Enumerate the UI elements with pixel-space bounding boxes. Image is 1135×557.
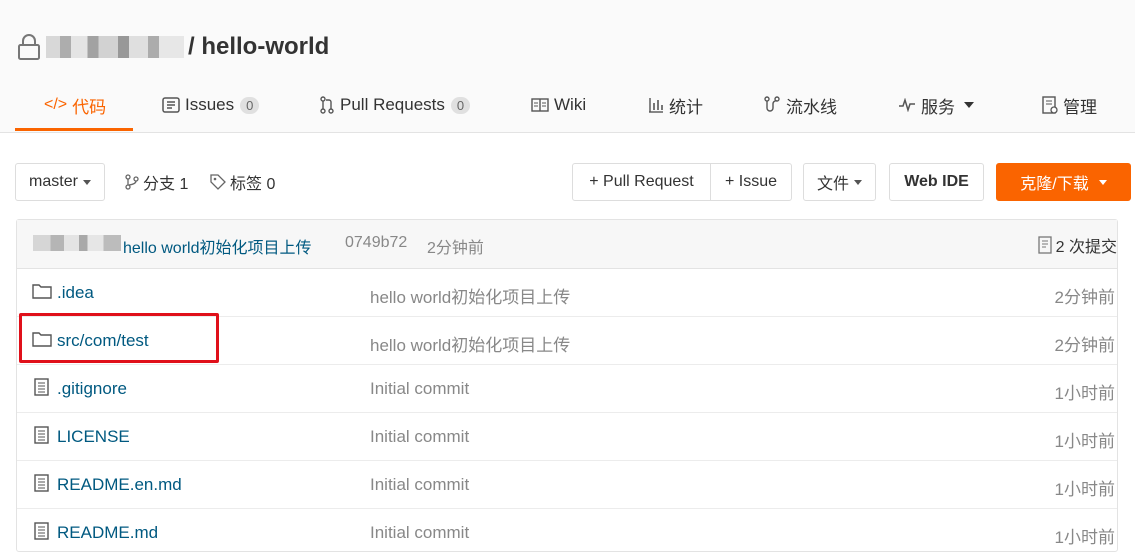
new-issue-button[interactable]: + Issue (710, 163, 792, 201)
wiki-icon (531, 98, 549, 112)
file-commit-message[interactable]: Initial commit (370, 379, 469, 399)
latest-commit-message[interactable]: hello world初始化项目上传 (123, 234, 312, 258)
file-commit-message[interactable]: Initial commit (370, 427, 469, 447)
pull-request-icon (320, 96, 334, 114)
tab-label: 服务 (921, 97, 955, 117)
tags-count-link[interactable]: 标签 0 (210, 163, 275, 201)
tab-label: 管理 (1063, 97, 1097, 117)
active-tab-indicator (15, 128, 133, 131)
file-commit-time: 1小时前 (1054, 432, 1115, 451)
chevron-down-icon (82, 179, 91, 185)
clone-download-button[interactable]: 克隆/下载 (996, 163, 1131, 201)
file-row[interactable]: LICENSE Initial commit 1小时前 (17, 413, 1117, 461)
commits-icon (1037, 236, 1052, 254)
file-row[interactable]: .idea hello world初始化项目上传 2分钟前 (17, 269, 1117, 317)
file-name[interactable]: LICENSE (57, 427, 130, 447)
repo-title: / hello-world (16, 30, 329, 64)
tab-code[interactable]: </> 代码 (44, 80, 106, 130)
file-commit-time: 1小时前 (1054, 528, 1115, 547)
chevron-down-icon (1098, 179, 1107, 185)
latest-commit-time: 2分钟前 (427, 240, 484, 257)
file-commit-message[interactable]: Initial commit (370, 475, 469, 495)
file-commit-message[interactable]: Initial commit (370, 523, 469, 543)
file-rows: .idea hello world初始化项目上传 2分钟前 src/com/te… (17, 269, 1117, 556)
tags-count-label: 标签 0 (230, 176, 276, 193)
file-row[interactable]: README.en.md Initial commit 1小时前 (17, 461, 1117, 509)
web-ide-button[interactable]: Web IDE (889, 163, 984, 201)
file-name[interactable]: .idea (57, 283, 94, 303)
file-commit-time: 2分钟前 (1054, 336, 1115, 355)
latest-commit-bar: hello world初始化项目上传 0749b72 2分钟前 2 次提交 (17, 220, 1117, 269)
file-icon (34, 522, 49, 540)
repo-tabs: </> 代码 Issues 0 Pull Requests 0 Wiki 统计 … (0, 80, 1135, 132)
file-commit-time: 1小时前 (1054, 384, 1115, 403)
new-pull-request-button[interactable]: + Pull Request (572, 163, 711, 201)
file-row[interactable]: README.md Initial commit 1小时前 (17, 509, 1117, 556)
file-icon (34, 426, 49, 444)
repo-name[interactable]: / hello-world (188, 33, 329, 61)
file-row[interactable]: src/com/test hello world初始化项目上传 2分钟前 (17, 317, 1117, 365)
file-row[interactable]: .gitignore Initial commit 1小时前 (17, 365, 1117, 413)
tab-label: 代码 (72, 97, 107, 117)
tab-issues[interactable]: Issues 0 (162, 80, 260, 130)
tab-label: Issues (185, 95, 235, 114)
web-ide-label: Web IDE (904, 173, 969, 190)
issues-icon (162, 97, 180, 113)
service-icon (899, 98, 915, 112)
tab-label: 统计 (669, 97, 703, 117)
tab-stats[interactable]: 统计 (648, 80, 703, 130)
file-name[interactable]: README.md (57, 523, 158, 543)
file-icon (34, 378, 49, 396)
issues-count-badge: 0 (240, 96, 260, 114)
pull-requests-count-badge: 0 (450, 96, 471, 114)
tab-service[interactable]: 服务 (898, 80, 974, 130)
file-name[interactable]: src/com/test (57, 331, 149, 351)
tab-label: Wiki (554, 95, 587, 114)
pipeline-icon (764, 96, 780, 112)
branch-select[interactable]: master (15, 163, 105, 201)
latest-commit-sha[interactable]: 0749b72 (345, 234, 407, 252)
code-icon: </> (44, 96, 68, 113)
branches-count-label: 分支 1 (143, 176, 189, 193)
stats-icon (649, 98, 663, 113)
file-commit-time: 2分钟前 (1054, 288, 1115, 307)
tab-label: 流水线 (786, 97, 837, 117)
file-icon (34, 474, 49, 492)
branch-select-label: master (29, 173, 78, 190)
tab-label: Pull Requests (340, 95, 445, 114)
file-list-panel: hello world初始化项目上传 0749b72 2分钟前 2 次提交 .i… (16, 219, 1118, 552)
commit-count-label: 2 次提交 (1055, 239, 1117, 256)
lock-icon (18, 34, 40, 60)
file-commit-message[interactable]: hello world初始化项目上传 (370, 331, 570, 356)
chevron-down-icon (964, 102, 974, 108)
repo-owner-redacted[interactable] (46, 36, 184, 58)
tag-icon (210, 174, 226, 190)
branches-count-link[interactable]: 分支 1 (125, 163, 188, 201)
commit-count-link[interactable]: 2 次提交 (1037, 233, 1117, 257)
tab-wiki[interactable]: Wiki (531, 80, 586, 130)
tab-pull-requests[interactable]: Pull Requests 0 (319, 80, 471, 130)
manage-icon (1042, 96, 1058, 114)
repo-header: / hello-world </> 代码 Issues 0 Pull Reque… (0, 0, 1135, 133)
new-pull-request-label: + Pull Request (589, 173, 694, 190)
chevron-down-icon (854, 179, 862, 185)
file-name[interactable]: README.en.md (57, 475, 182, 495)
clone-download-label: 克隆/下载 (1020, 176, 1089, 193)
files-dropdown-label: 文件 (816, 176, 849, 193)
branch-icon (125, 174, 139, 190)
tab-manage[interactable]: 管理 (1042, 80, 1097, 130)
new-issue-label: + Issue (724, 173, 778, 190)
files-dropdown-button[interactable]: 文件 (803, 163, 876, 201)
author-avatar-redacted[interactable] (33, 235, 121, 251)
folder-icon (32, 332, 52, 347)
file-commit-time: 1小时前 (1054, 480, 1115, 499)
file-name[interactable]: .gitignore (57, 379, 127, 399)
folder-icon (32, 284, 52, 299)
tab-pipeline[interactable]: 流水线 (763, 80, 837, 130)
file-commit-message[interactable]: hello world初始化项目上传 (370, 283, 570, 308)
